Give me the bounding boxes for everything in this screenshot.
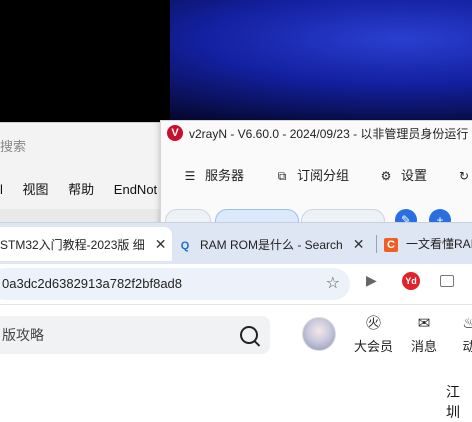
background-toolbar	[0, 209, 175, 223]
search-favicon-icon: Q	[180, 239, 190, 252]
tab-ram-rom-search[interactable]: Q RAM ROM是什么 - Search ✕	[172, 227, 378, 261]
tab-stm32[interactable]: STM32入门教程-2023版 细 ✕	[0, 227, 172, 261]
extension-icon[interactable]	[440, 275, 454, 287]
menu-item-partial[interactable]: l	[0, 182, 3, 197]
toolbar-settings-button[interactable]: ⚙ 设置	[379, 165, 427, 187]
nav-messages[interactable]: ✉ 消息	[411, 315, 437, 355]
tab-title: RAM ROM是什么 - Search	[200, 238, 343, 252]
close-icon[interactable]: ✕	[155, 236, 167, 252]
avatar[interactable]	[302, 317, 336, 351]
menu-item-endnote[interactable]: EndNot	[114, 182, 157, 197]
search-text: 版攻略	[2, 327, 44, 343]
tab-title: 一文看懂RAI	[406, 237, 472, 251]
window-title: v2rayN - V6.60.0 - 2024/09/23 - 以非管理员身份运…	[189, 127, 469, 141]
toolbar-subscription-label: 订阅分组	[297, 168, 350, 183]
nav-vip[interactable]: ㊋大会员	[354, 315, 393, 355]
toolbar-refresh-button[interactable]: ↻	[457, 165, 472, 187]
nav-label: 消息	[411, 339, 438, 354]
url-text: 0a3dc2d6382913a782f2bf8ad8	[2, 276, 183, 291]
v2rayn-window: V v2rayN - V6.60.0 - 2024/09/23 - 以非管理员身…	[160, 120, 472, 237]
menu-item-help[interactable]: 帮助	[68, 182, 94, 197]
search-icon[interactable]	[240, 326, 258, 344]
csdn-favicon-icon: C	[384, 237, 398, 252]
toolbar-servers-button[interactable]: ☰ 服务器	[183, 165, 244, 187]
background-window: 搜索 l 视图 帮助 EndNot	[0, 122, 175, 223]
toolbar-subscription-button[interactable]: ⧉ 订阅分组	[275, 165, 349, 187]
message-icon: ✉	[417, 315, 431, 332]
tab-article[interactable]: C 一文看懂RAI	[380, 227, 472, 261]
menu-item-view[interactable]: 视图	[23, 182, 49, 197]
wallpaper-dark-area	[0, 0, 170, 130]
nav-label: 大会员	[354, 339, 394, 354]
gear-icon: ⚙	[380, 169, 392, 183]
toolbar-servers-label: 服务器	[205, 168, 245, 183]
close-icon[interactable]: ✕	[353, 236, 365, 252]
subscription-icon: ⧉	[277, 169, 287, 183]
url-input[interactable]: 0a3dc2d6382913a782f2bf8ad8 ☆	[0, 268, 350, 300]
tab-title: STM32入门教程-2023版 细	[0, 238, 145, 252]
browser-tab-bar: STM32入门教程-2023版 细 ✕ Q RAM ROM是什么 - Search ✕…	[0, 222, 472, 265]
background-menu-bar: l 视图 帮助 EndNot	[0, 179, 173, 199]
bookmark-star-icon[interactable]: ☆	[326, 268, 340, 300]
dynamic-icon: ♨	[462, 315, 472, 332]
youdao-extension-icon[interactable]: Yd	[402, 272, 420, 290]
media-play-icon[interactable]: ▶	[366, 272, 377, 289]
page-content: 版攻略 ㊋大会员 ✉ 消息 ♨ 动 江圳	[0, 304, 472, 420]
site-search-input[interactable]: 版攻略	[0, 316, 270, 354]
desktop-wallpaper	[0, 0, 472, 130]
nav-dynamic[interactable]: ♨ 动	[459, 315, 472, 355]
server-list-icon: ☰	[184, 169, 196, 183]
address-bar-area: 0a3dc2d6382913a782f2bf8ad8 ☆ ▶ Yd	[0, 264, 472, 304]
nav-label: 动	[462, 339, 472, 354]
bottom-partial-text: 江圳	[446, 384, 460, 420]
v2rayn-logo-icon: V	[167, 125, 183, 141]
vip-icon: ㊋	[365, 315, 381, 332]
background-search-box[interactable]: 搜索	[0, 134, 150, 160]
toolbar-settings-label: 设置	[401, 168, 428, 183]
tab-separator	[376, 235, 377, 253]
refresh-icon: ↻	[458, 169, 470, 183]
